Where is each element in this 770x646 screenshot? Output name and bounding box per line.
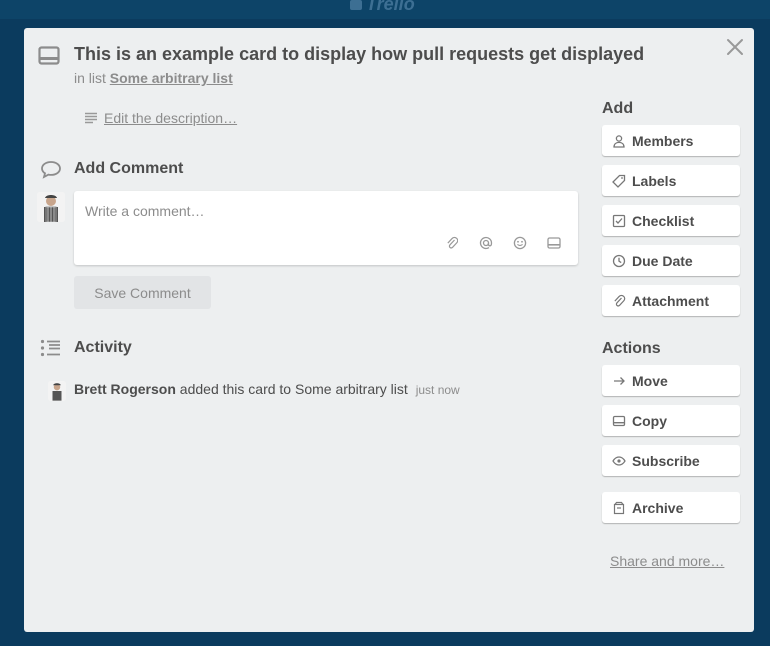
share-and-more-link[interactable]: Share and more… — [610, 553, 724, 569]
archive-icon — [613, 501, 625, 514]
members-label: Members — [632, 132, 694, 149]
eye-icon — [612, 455, 626, 466]
emoji-icon[interactable] — [510, 235, 530, 251]
comment-placeholder: Write a comment… — [85, 203, 205, 219]
due-date-button[interactable]: Due Date — [602, 245, 740, 276]
card-icon[interactable] — [544, 235, 564, 251]
card-icon — [612, 415, 626, 426]
avatar[interactable] — [37, 192, 65, 222]
description-icon — [85, 112, 97, 124]
move-label: Move — [632, 372, 668, 389]
paperclip-icon — [614, 294, 626, 307]
actions-heading: Actions — [602, 340, 661, 357]
comment-icon — [40, 160, 62, 185]
archive-label: Archive — [632, 499, 684, 516]
edit-description-label: Edit the description… — [104, 110, 238, 126]
archive-button[interactable]: Archive — [602, 492, 740, 523]
move-button[interactable]: Move — [602, 365, 740, 396]
labels-button[interactable]: Labels — [602, 165, 740, 196]
activity-action: added this card to Some arbitrary list — [179, 381, 408, 397]
arrow-right-icon — [614, 376, 625, 385]
checkbox-icon — [612, 214, 626, 227]
add-heading: Add — [602, 100, 634, 117]
trello-logo: Trello — [350, 0, 424, 14]
copy-button[interactable]: Copy — [602, 405, 740, 436]
attachment-button[interactable]: Attachment — [602, 285, 740, 316]
tag-icon — [612, 174, 626, 188]
checklist-button[interactable]: Checklist — [602, 205, 740, 236]
card-icon — [38, 46, 60, 71]
comment-input[interactable]: Write a comment… — [74, 191, 578, 265]
add-comment-heading: Add Comment — [74, 160, 184, 177]
card-list-info: in list Some arbitrary list — [74, 70, 233, 86]
card-detail-window: This is an example card to display how p… — [24, 28, 754, 632]
person-icon — [613, 134, 625, 148]
activity-heading: Activity — [74, 339, 132, 356]
copy-label: Copy — [632, 412, 667, 429]
due-date-label: Due Date — [632, 252, 693, 269]
subscribe-label: Subscribe — [632, 452, 700, 469]
in-list-prefix: in list — [74, 70, 106, 86]
save-comment-button[interactable]: Save Comment — [74, 276, 211, 309]
labels-label: Labels — [632, 172, 677, 189]
card-title[interactable]: This is an example card to display how p… — [74, 44, 644, 65]
mention-icon[interactable] — [476, 235, 496, 251]
close-icon[interactable] — [724, 36, 746, 58]
activity-time[interactable]: just now — [416, 383, 460, 397]
activity-entry: Brett Rogerson added this card to Some a… — [74, 381, 460, 397]
attachment-icon[interactable] — [442, 235, 462, 251]
members-button[interactable]: Members — [602, 125, 740, 156]
subscribe-button[interactable]: Subscribe — [602, 445, 740, 476]
activity-icon — [40, 339, 62, 362]
list-link[interactable]: Some arbitrary list — [110, 70, 233, 86]
attachment-label: Attachment — [632, 292, 710, 309]
edit-description-button[interactable]: Edit the description… — [84, 110, 237, 126]
activity-user[interactable]: Brett Rogerson — [74, 381, 176, 397]
avatar[interactable] — [48, 381, 66, 401]
clock-icon — [612, 254, 626, 267]
checklist-label: Checklist — [632, 212, 695, 229]
